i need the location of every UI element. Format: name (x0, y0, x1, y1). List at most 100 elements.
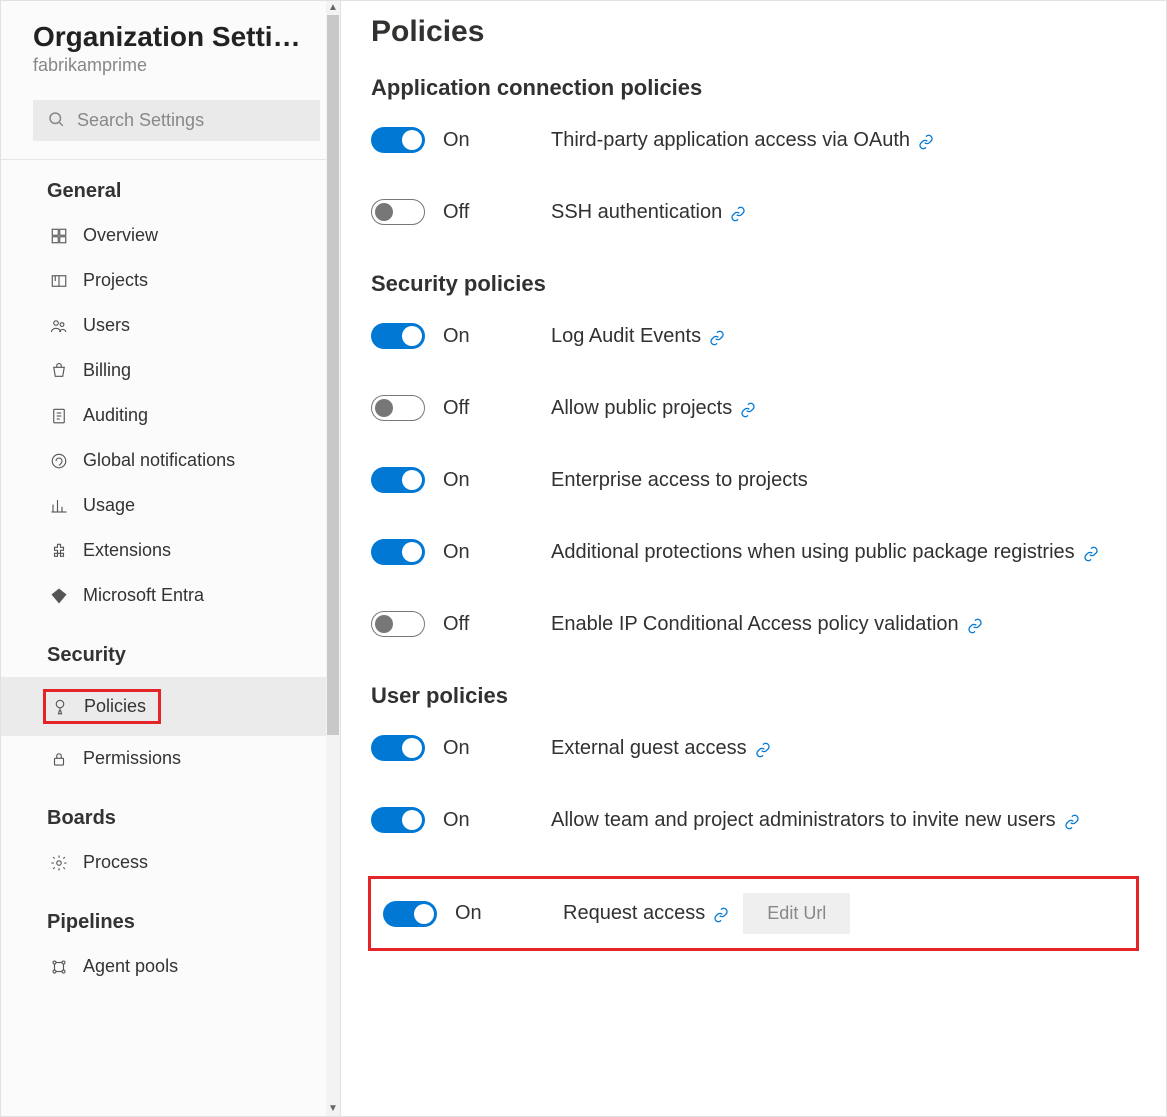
sidebar-item-process[interactable]: Process (1, 840, 340, 885)
link-icon[interactable] (755, 742, 771, 758)
permissions-icon (49, 749, 69, 769)
sidebar-scrollbar[interactable]: ▲ ▼ (326, 1, 340, 1116)
sidebar-item-label: Auditing (83, 405, 148, 426)
users-icon (49, 316, 69, 336)
policy-row-ip-cap: Off Enable IP Conditional Access policy v… (371, 611, 1136, 637)
nav-heading-boards: Boards (1, 795, 340, 840)
sidebar-title: Organization Settin... (33, 21, 303, 53)
link-icon[interactable] (918, 134, 934, 150)
policy-row-audit: OnLog Audit Events (371, 323, 1136, 349)
sidebar-item-billing[interactable]: Billing (1, 348, 340, 393)
policy-section-title: Application connection policies (371, 75, 1136, 101)
policy-row-ssh: Off SSH authentication (371, 199, 1136, 225)
toggle-state-label: On (443, 809, 533, 832)
policy-row-oauth: OnThird-party application access via OAu… (371, 127, 1136, 153)
agent-pools-icon (49, 957, 69, 977)
billing-icon (49, 361, 69, 381)
sidebar-item-label: Extensions (83, 540, 171, 561)
policy-row-public-registries: On Additional protections when using publ… (371, 539, 1136, 565)
toggle-state-label: Off (443, 201, 533, 224)
toggle-public-projects[interactable] (371, 395, 425, 421)
link-icon[interactable] (740, 402, 756, 418)
search-input[interactable] (77, 110, 309, 131)
policy-label: Additional protections when using public… (551, 541, 1075, 563)
sidebar-item-label: Agent pools (83, 956, 178, 977)
toggle-state-label: On (455, 902, 545, 925)
link-icon[interactable] (1083, 546, 1099, 562)
nav-heading-general: General (1, 168, 340, 213)
sidebar-item-label: Overview (83, 225, 158, 246)
policy-label: Allow public projects (551, 397, 732, 419)
sidebar-item-label: Process (83, 852, 148, 873)
entra-icon (49, 586, 69, 606)
sidebar-item-label: Microsoft Entra (83, 585, 204, 606)
policy-section-title: User policies (371, 683, 1136, 709)
policy-row-enterprise-access: On Enterprise access to projects (371, 467, 1136, 493)
sidebar-item-projects[interactable]: Projects (1, 258, 340, 303)
search-icon (47, 110, 65, 131)
nav-heading-security: Security (1, 632, 340, 677)
toggle-state-label: On (443, 541, 533, 564)
toggle-state-label: Off (443, 397, 533, 420)
link-icon[interactable] (730, 206, 746, 222)
policy-label: Allow team and project administrators to… (551, 809, 1056, 831)
policy-label: Third-party application access via OAuth (551, 129, 910, 151)
sidebar-item-global-notifications[interactable]: Global notifications (1, 438, 340, 483)
sidebar-item-label: Projects (83, 270, 148, 291)
policy-label: Enable IP Conditional Access policy vali… (551, 613, 959, 635)
projects-icon (49, 271, 69, 291)
toggle-oauth[interactable] (371, 127, 425, 153)
toggle-ssh[interactable] (371, 199, 425, 225)
sidebar-item-label: Permissions (83, 748, 181, 769)
toggle-state-label: On (443, 469, 533, 492)
sidebar-item-label: Usage (83, 495, 135, 516)
toggle-enterprise-access[interactable] (371, 467, 425, 493)
sidebar-item-label: Billing (83, 360, 131, 381)
sidebar-item-overview[interactable]: Overview (1, 213, 340, 258)
sidebar-item-label: Policies (84, 696, 146, 717)
sidebar-item-policies[interactable]: Policies (1, 677, 340, 736)
sidebar-subtitle: fabrikamprime (33, 55, 320, 76)
toggle-audit[interactable] (371, 323, 425, 349)
policy-label: SSH authentication (551, 201, 722, 223)
link-icon[interactable] (967, 618, 983, 634)
sidebar-item-usage[interactable]: Usage (1, 483, 340, 528)
main-content: Policies Application connection policies… (341, 1, 1166, 1116)
scroll-thumb[interactable] (327, 15, 339, 735)
sidebar: Organization Settin... fabrikamprime Gen… (1, 1, 341, 1116)
link-icon[interactable] (709, 330, 725, 346)
policy-label: Log Audit Events (551, 325, 701, 347)
toggle-state-label: Off (443, 613, 533, 636)
sidebar-item-microsoft-entra[interactable]: Microsoft Entra (1, 573, 340, 618)
auditing-icon (49, 406, 69, 426)
policy-row-public-projects: Off Allow public projects (371, 395, 1136, 421)
toggle-ip-cap[interactable] (371, 611, 425, 637)
policy-row-guest-access: OnExternal guest access (371, 735, 1136, 761)
policy-row-request-access: On Request access Edit Url (371, 879, 1136, 948)
toggle-request-access[interactable] (383, 901, 437, 927)
toggle-public-registries[interactable] (371, 539, 425, 565)
sidebar-item-extensions[interactable]: Extensions (1, 528, 340, 573)
toggle-guest-access[interactable] (371, 735, 425, 761)
link-icon[interactable] (713, 907, 729, 923)
edit-url-button[interactable]: Edit Url (743, 893, 850, 934)
policy-label: Enterprise access to projects (551, 469, 808, 491)
toggle-invite-users[interactable] (371, 807, 425, 833)
sidebar-item-agent-pools[interactable]: Agent pools (1, 944, 340, 989)
sidebar-nav: General Overview Projects Users Billing Audit… (1, 160, 340, 995)
sidebar-item-users[interactable]: Users (1, 303, 340, 348)
extensions-icon (49, 541, 69, 561)
policy-section-title: Security policies (371, 271, 1136, 297)
scroll-down-icon[interactable]: ▼ (328, 1102, 338, 1116)
sidebar-item-label: Users (83, 315, 130, 336)
sidebar-item-permissions[interactable]: Permissions (1, 736, 340, 781)
nav-heading-pipelines: Pipelines (1, 899, 340, 944)
link-icon[interactable] (1064, 814, 1080, 830)
sidebar-item-auditing[interactable]: Auditing (1, 393, 340, 438)
toggle-state-label: On (443, 737, 533, 760)
notifications-icon (49, 451, 69, 471)
usage-icon (49, 496, 69, 516)
search-box[interactable] (33, 100, 320, 141)
policy-label: Request access (563, 902, 705, 924)
scroll-up-icon[interactable]: ▲ (328, 1, 338, 15)
